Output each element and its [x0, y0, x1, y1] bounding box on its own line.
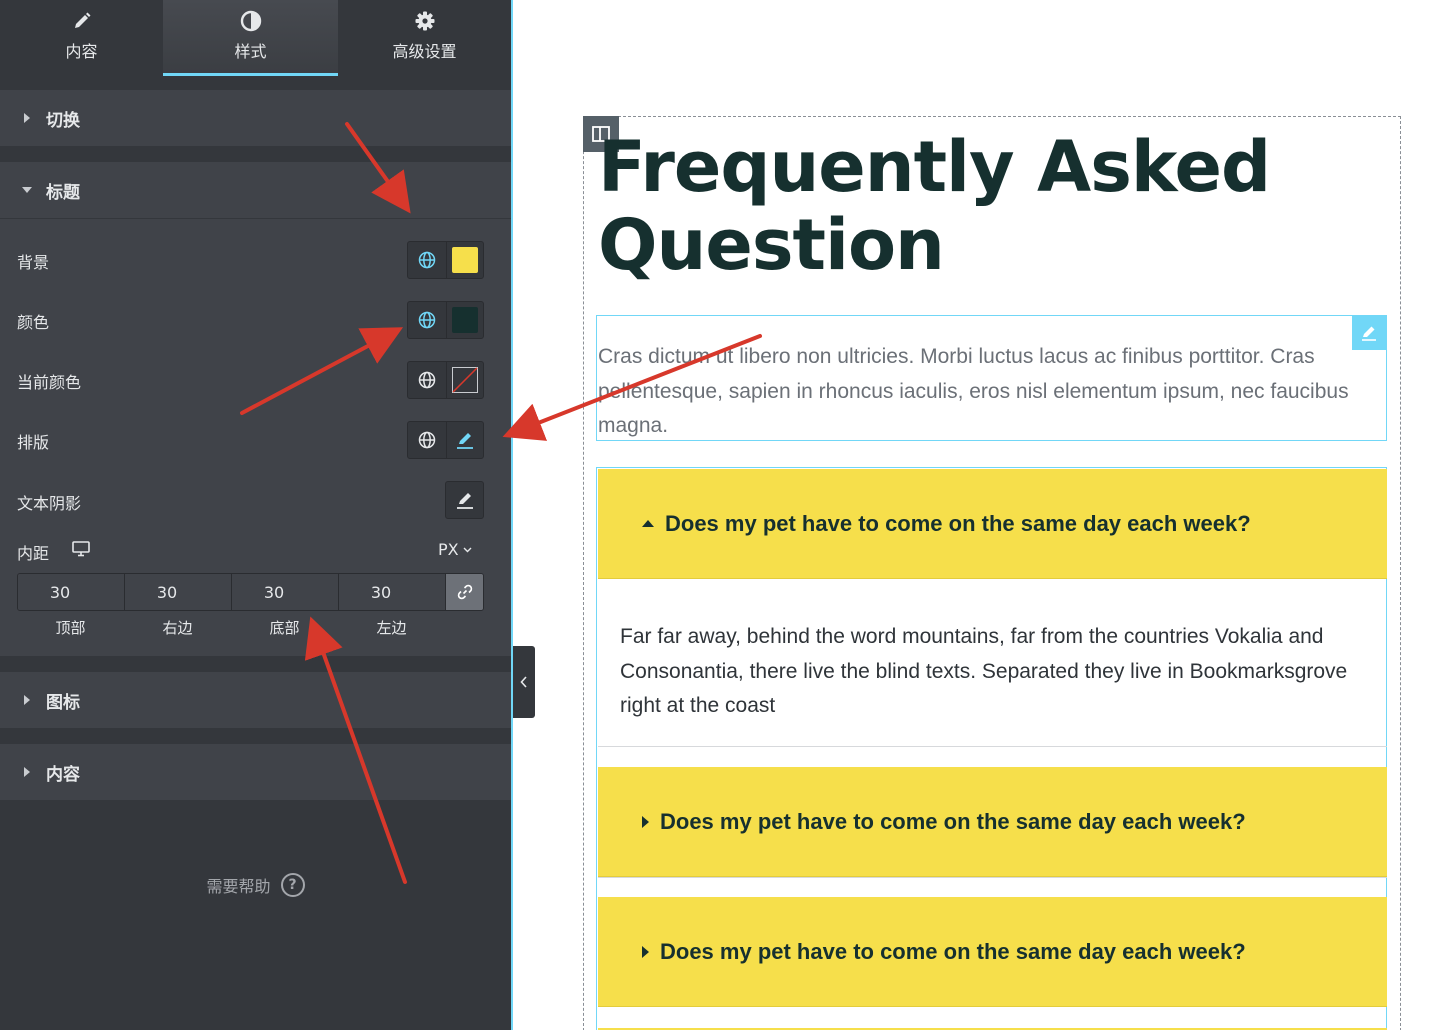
faq-answer: Far far away, behind the word mountains,… — [598, 578, 1387, 747]
text-shadow-label: 文本阴影 — [17, 494, 82, 513]
global-colors-button[interactable] — [408, 302, 446, 338]
background-label: 背景 — [17, 253, 50, 272]
typography-label: 排版 — [17, 433, 50, 452]
text-color-picker[interactable] — [445, 302, 484, 338]
padding-top-input[interactable]: 30 — [18, 574, 125, 610]
typography-edit-button[interactable] — [445, 422, 484, 458]
faq-question: Does my pet have to come on the same day… — [660, 938, 1246, 964]
tab-advanced[interactable]: 高级设置 — [338, 0, 511, 76]
help-label: 需要帮助 — [206, 877, 271, 896]
chevron-down-icon — [463, 547, 472, 552]
padding-top-label: 顶部 — [55, 619, 86, 637]
caret-right-icon — [20, 767, 34, 777]
unit-select[interactable]: PX — [438, 540, 472, 559]
pencil-icon — [456, 493, 473, 509]
intro-text[interactable]: Cras dictum ut libero non ultricies. Mor… — [596, 315, 1387, 441]
active-color-picker[interactable] — [445, 362, 484, 398]
edit-widget-button[interactable] — [1352, 316, 1386, 350]
tab-style[interactable]: 样式 — [163, 0, 338, 76]
empty-swatch-icon — [451, 367, 478, 393]
caret-right-icon — [642, 815, 649, 828]
global-colors-button[interactable] — [408, 242, 446, 278]
background-control — [407, 241, 484, 279]
color-swatch — [451, 307, 478, 333]
section-title[interactable]: 标题 — [0, 162, 511, 218]
background-swatch — [451, 247, 478, 273]
faq-question: Does my pet have to come on the same day… — [660, 808, 1246, 834]
faq-item-header[interactable]: Does my pet have to come on the same day… — [598, 897, 1387, 1007]
faq-accordion: Does my pet have to come on the same day… — [596, 467, 1387, 1030]
caret-down-icon — [20, 187, 34, 193]
padding-bottom-label: 底部 — [269, 619, 300, 637]
section-toggle-label: 切换 — [46, 110, 80, 131]
faq-question: Does my pet have to come on the same day… — [665, 510, 1251, 536]
global-colors-button[interactable] — [408, 362, 446, 398]
padding-label: 内距 — [17, 544, 50, 563]
section-toggle[interactable]: 切换 — [0, 90, 511, 146]
section-content-label: 内容 — [46, 764, 80, 785]
section-icon[interactable]: 图标 — [0, 672, 511, 728]
padding-inputs: 30 30 30 30 — [17, 573, 484, 611]
text-shadow-edit-button[interactable] — [445, 481, 484, 519]
tab-content[interactable]: 内容 — [0, 0, 163, 76]
tab-advanced-label: 高级设置 — [392, 42, 457, 61]
pencil-icon — [1362, 326, 1376, 341]
gear-icon — [414, 10, 436, 32]
section-title-label: 标题 — [46, 182, 80, 203]
chevron-left-icon — [520, 676, 527, 688]
caret-right-icon — [20, 695, 34, 705]
divider — [598, 877, 1387, 878]
color-control — [407, 301, 484, 339]
active-color-label: 当前颜色 — [17, 373, 82, 392]
style-panel: 内容 样式 高级设置 切换 标题 背景 颜色 当前颜色 排版 文本阴影 内距 P… — [0, 0, 513, 1030]
panel-tabs: 内容 样式 高级设置 — [0, 0, 511, 76]
caret-right-icon — [20, 113, 34, 123]
link-values-button[interactable] — [446, 574, 483, 610]
active-color-control — [407, 361, 484, 399]
link-icon — [457, 584, 472, 600]
page-title: Frequently Asked Question — [598, 126, 1271, 286]
globe-icon — [418, 251, 435, 269]
globe-icon — [418, 431, 435, 449]
help-link[interactable]: 需要帮助 ? — [0, 873, 511, 897]
section-icon-label: 图标 — [46, 692, 80, 713]
caret-up-icon — [642, 520, 654, 527]
padding-left-input[interactable]: 30 — [339, 574, 446, 610]
typography-control — [407, 421, 484, 459]
color-label: 颜色 — [17, 313, 50, 332]
faq-item-header[interactable]: Does my pet have to come on the same day… — [598, 767, 1387, 877]
caret-right-icon — [642, 945, 649, 958]
pencil-icon — [71, 10, 93, 32]
question-icon: ? — [280, 873, 305, 897]
global-typography-button[interactable] — [408, 422, 446, 458]
tab-style-label: 样式 — [234, 42, 267, 61]
globe-icon — [418, 371, 435, 389]
padding-right-label: 右边 — [162, 619, 193, 637]
pencil-icon — [456, 433, 473, 449]
contrast-icon — [240, 10, 262, 32]
desktop-icon[interactable] — [72, 541, 90, 561]
background-color-picker[interactable] — [445, 242, 484, 278]
unit-select-value: PX — [438, 540, 459, 559]
tab-content-label: 内容 — [65, 42, 98, 61]
padding-bottom-input[interactable]: 30 — [232, 574, 339, 610]
globe-icon — [418, 311, 435, 329]
section-content[interactable]: 内容 — [0, 744, 511, 800]
faq-item-header[interactable]: Does my pet have to come on the same day… — [598, 469, 1387, 579]
collapse-panel-button[interactable] — [513, 646, 535, 718]
padding-left-label: 左边 — [376, 619, 407, 637]
padding-right-input[interactable]: 30 — [125, 574, 232, 610]
